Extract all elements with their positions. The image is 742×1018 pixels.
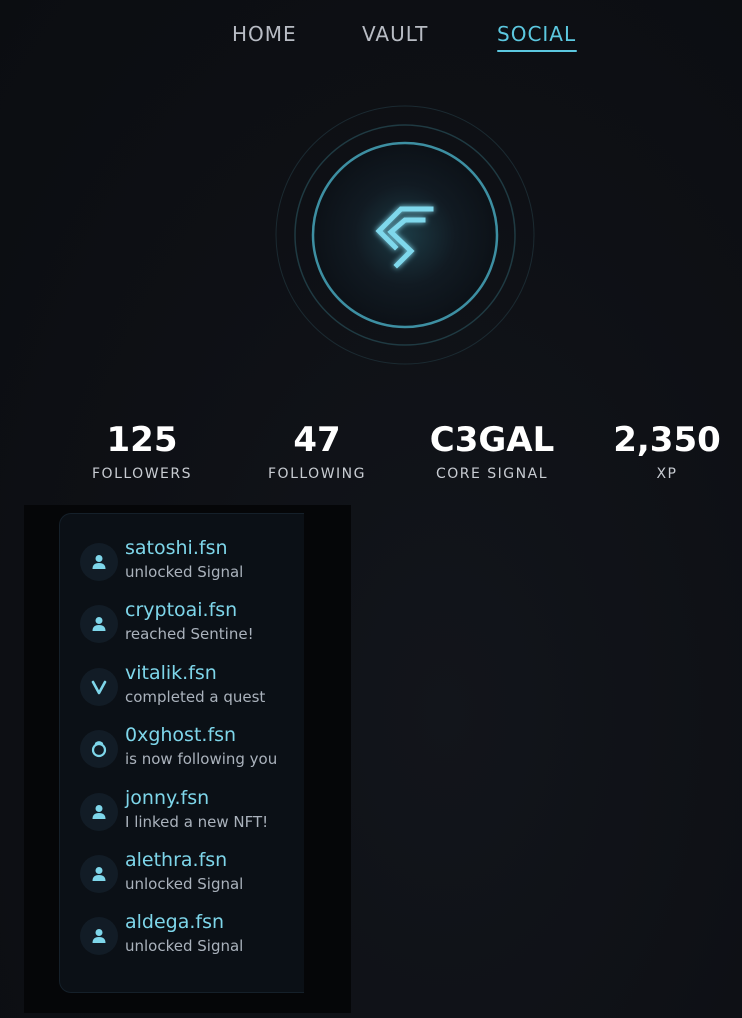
user-icon [80, 917, 118, 955]
stat-following[interactable]: 47 FOLLOWING [232, 418, 402, 482]
tab-vault[interactable]: VAULT [362, 22, 428, 46]
stat-label: XP [656, 466, 678, 482]
active-tab-indicator [497, 50, 577, 52]
stat-label: CORE SIGNAL [435, 466, 549, 482]
feed-item[interactable]: alethra.fsn unlocked Signal [80, 848, 310, 900]
stat-xp[interactable]: 2,350 XP [582, 418, 742, 482]
feed-username[interactable]: alethra.fsn [125, 848, 227, 872]
feed-item[interactable]: 0xghost.fsn is now following you [80, 723, 310, 775]
user-icon [80, 793, 118, 831]
activity-feed: satoshi.fsn unlocked Signal cryptoai.fsn… [59, 513, 304, 993]
feed-action-text: is now following you [125, 750, 278, 768]
feed-username[interactable]: vitalik.fsn [125, 661, 217, 685]
feed-item[interactable]: cryptoai.fsn reached Sentine! [80, 598, 310, 650]
ghost-icon [80, 730, 118, 768]
feed-action-text: unlocked Signal [125, 875, 244, 893]
feed-item[interactable]: aldega.fsn unlocked Signal [80, 910, 310, 962]
user-icon [80, 543, 118, 581]
top-nav: HOME VAULT SOCIAL [0, 0, 742, 60]
feed-action-text: completed a quest [125, 688, 266, 706]
user-icon [80, 855, 118, 893]
stat-value: 125 [106, 420, 178, 460]
user-icon [80, 605, 118, 643]
tab-home[interactable]: HOME [232, 22, 297, 46]
feed-username[interactable]: aldega.fsn [125, 910, 224, 934]
feed-action-text: unlocked Signal [125, 563, 244, 581]
feed-username[interactable]: satoshi.fsn [125, 536, 228, 560]
stat-value: 2,350 [613, 420, 721, 460]
feed-item[interactable]: jonny.fsn I linked a new NFT! [80, 786, 310, 838]
stat-label: FOLLOWING [268, 466, 366, 482]
tab-social[interactable]: SOCIAL [497, 22, 576, 46]
stat-value: C3GAL [429, 420, 555, 460]
feed-username[interactable]: cryptoai.fsn [125, 598, 237, 622]
feed-action-text: reached Sentine! [125, 625, 254, 643]
feed-action-text: unlocked Signal [125, 937, 244, 955]
feed-item[interactable]: satoshi.fsn unlocked Signal [80, 536, 310, 588]
feed-username[interactable]: 0xghost.fsn [125, 723, 236, 747]
feed-item[interactable]: vitalik.fsn completed a quest [80, 661, 310, 713]
v-icon [80, 668, 118, 706]
stat-followers[interactable]: 125 FOLLOWERS [57, 418, 227, 482]
stat-value: 47 [293, 420, 341, 460]
stat-core-signal[interactable]: C3GAL CORE SIGNAL [407, 418, 577, 482]
profile-emblem[interactable] [275, 105, 535, 365]
stat-label: FOLLOWERS [92, 466, 192, 482]
core-signal-logo-icon [275, 105, 535, 365]
feed-action-text: I linked a new NFT! [125, 813, 269, 831]
feed-username[interactable]: jonny.fsn [125, 786, 209, 810]
